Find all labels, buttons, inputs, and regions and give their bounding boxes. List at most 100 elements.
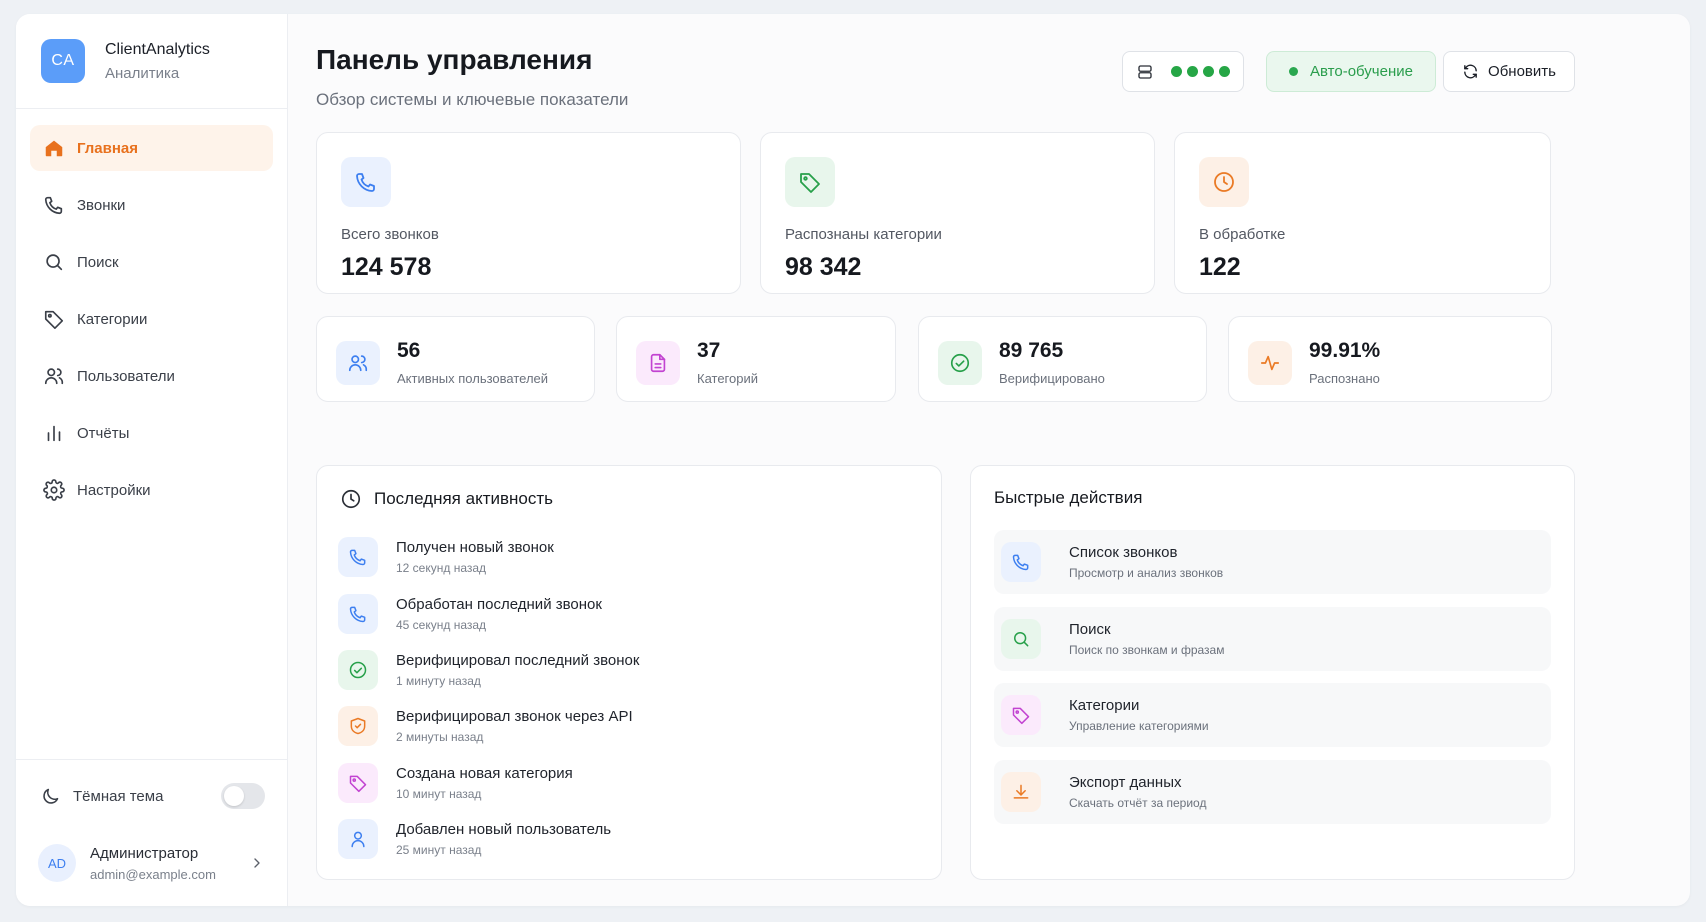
status-dot [1187, 66, 1198, 77]
shield-check-icon [350, 718, 366, 735]
search-action[interactable]: Поиск Поиск по звонкам и фразам [994, 606, 1551, 671]
sidebar: CA ClientAnalytics Аналитика Главная Звон… [16, 14, 288, 906]
stat-label: Распознаны категории [785, 226, 942, 243]
activity-item: Добавлен новый пользователь 25 минут наза… [338, 811, 921, 867]
refresh-icon [1464, 64, 1477, 79]
main-content: Панель управления Обзор системы и ключев… [288, 14, 1690, 906]
page-title: Панель управления [316, 44, 593, 75]
brand-subtitle: Аналитика [105, 64, 180, 82]
avatar: AD [38, 844, 76, 882]
sidebar-item-gear[interactable]: Настройки [30, 467, 273, 513]
activity-panel: Последняя активность Получен новый звоно… [316, 465, 942, 880]
sidebar-item-search[interactable]: Поиск [30, 239, 273, 285]
sidebar-item-phone[interactable]: Звонки [30, 182, 273, 228]
user-email: admin@example.com [90, 866, 216, 882]
phone-icon [356, 173, 375, 192]
activity-time: 2 минуты назад [396, 730, 484, 745]
sidebar-item-label: Отчёты [77, 424, 130, 442]
quick-action-title: Категории [1069, 697, 1140, 714]
activity-item: Получен новый звонок 12 секунд назад [338, 529, 921, 585]
chevron-right-icon[interactable] [249, 855, 265, 871]
brand: CA ClientAnalytics Аналитика [16, 14, 287, 109]
sidebar-item-tag[interactable]: Категории [30, 296, 273, 342]
users-icon [348, 355, 368, 372]
check-circle-icon [950, 353, 970, 373]
sidebar-item-bar-chart[interactable]: Отчёты [30, 410, 273, 456]
theme-label: Тёмная тема [73, 787, 164, 805]
tag-icon [1012, 707, 1030, 725]
activity-time: 10 минут назад [396, 786, 482, 801]
activity-icon [1260, 355, 1280, 371]
activity-time: 45 секунд назад [396, 617, 487, 632]
phone-icon [349, 549, 366, 566]
user-profile[interactable]: AD Администратор admin@example.com [16, 832, 287, 906]
quick-actions-panel: Быстрые действия Список звонков Просмотр … [970, 465, 1575, 880]
stat-label: Верифицировано [999, 371, 1105, 386]
stat-value: 89 765 [999, 339, 1064, 362]
quick-action-subtitle: Поиск по звонкам и фразам [1069, 642, 1225, 657]
users-icon [44, 368, 64, 385]
stat-card-small: 89 765 Верифицировано [918, 316, 1207, 402]
sidebar-item-home[interactable]: Главная [30, 125, 273, 171]
quick-action-title: Экспорт данных [1069, 773, 1182, 791]
activity-title-text: Верифицировал звонок через API [396, 708, 633, 726]
stat-value: 99.91% [1309, 339, 1381, 362]
search-icon [46, 254, 63, 271]
activity-time: 1 минуту назад [396, 673, 481, 688]
server-icon [1138, 64, 1152, 79]
dark-theme-toggle[interactable] [221, 783, 265, 809]
moon-icon [43, 788, 59, 804]
server-status-button[interactable] [1122, 51, 1244, 92]
stat-card: Распознаны категории 98 342 [760, 132, 1155, 294]
activity-item: Верифицировал последний звонок 1 минуту н… [338, 642, 921, 698]
stat-card-small: 37 Категорий [616, 316, 896, 402]
quick-action-title: Список звонков [1069, 544, 1178, 561]
activity-item: Создана новая категория 10 минут назад [338, 755, 921, 811]
document-icon [650, 353, 666, 373]
stat-value: 124 578 [341, 253, 432, 281]
check-circle-icon [349, 661, 367, 679]
stat-value: 122 [1199, 253, 1241, 281]
stat-label: Распознано [1309, 371, 1380, 386]
stat-value: 98 342 [785, 253, 862, 281]
activity-title-text: Получен новый звонок [396, 539, 554, 557]
page-subtitle: Обзор системы и ключевые показатели [316, 90, 629, 109]
tag-icon [800, 173, 820, 193]
sidebar-item-label: Поиск [77, 253, 119, 271]
stat-card: В обработке 122 [1174, 132, 1551, 294]
activity-title: Последняя активность [374, 489, 553, 508]
quick-action-subtitle: Управление категориями [1069, 719, 1209, 733]
calls-list-action[interactable]: Список звонков Просмотр и анализ звонков [994, 530, 1551, 594]
activity-item: Обработан последний звонок 45 секунд наза… [338, 585, 921, 641]
stat-card-small: 56 Активных пользователей [316, 316, 595, 402]
user-name: Администратор [90, 844, 199, 862]
quick-actions-title: Быстрые действия [994, 488, 1143, 507]
status-dot [1219, 66, 1230, 77]
stat-card: Всего звонков 124 578 [316, 132, 741, 294]
stat-label: Категорий [697, 371, 758, 386]
status-dot [1171, 66, 1182, 77]
phone-icon [349, 606, 366, 622]
export-data-action[interactable]: Экспорт данных Скачать отчёт за период [994, 759, 1551, 824]
quick-action-subtitle: Просмотр и анализ звонков [1069, 566, 1224, 580]
stat-label: В обработке [1199, 226, 1286, 243]
download-icon [1013, 784, 1029, 799]
sidebar-footer: Тёмная тема AD Администратор admin@examp… [16, 759, 287, 906]
quick-action-title: Поиск [1069, 620, 1111, 638]
phone-icon [1012, 554, 1029, 571]
sidebar-item-label: Пользователи [77, 367, 175, 385]
sidebar-item-users[interactable]: Пользователи [30, 353, 273, 399]
activity-time: 12 секунд назад [396, 561, 487, 576]
categories-action[interactable]: Категории Управление категориями [994, 683, 1551, 747]
tag-icon [44, 310, 64, 329]
activity-title-text: Обработан последний звонок [396, 595, 602, 613]
gear-icon [43, 479, 65, 501]
bar-chart-icon [47, 425, 61, 442]
refresh-button[interactable]: Обновить [1443, 51, 1575, 92]
clock-icon [341, 489, 361, 509]
phone-icon [44, 196, 63, 215]
auto-learning-button[interactable]: Авто-обучение [1266, 51, 1436, 92]
tag-icon [349, 775, 367, 792]
brand-logo: CA [41, 39, 85, 83]
refresh-label: Обновить [1488, 63, 1556, 80]
